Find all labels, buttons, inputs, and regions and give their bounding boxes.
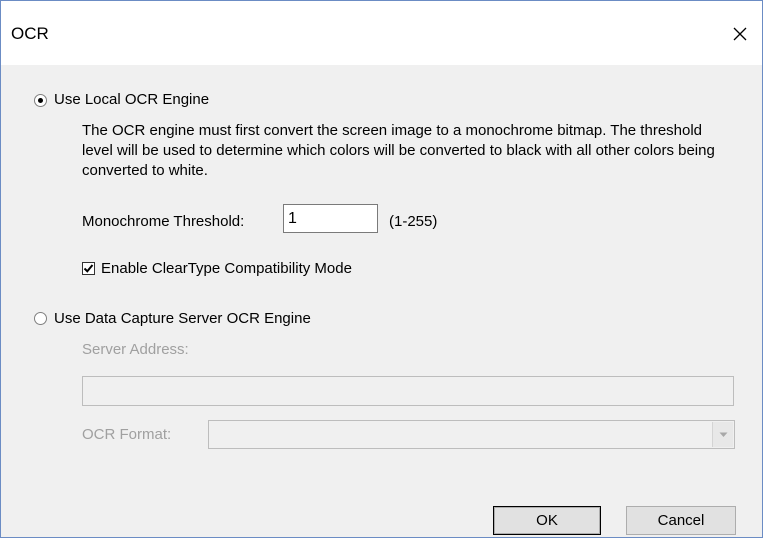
ok-button[interactable]: OK xyxy=(493,506,601,535)
local-engine-label[interactable]: Use Local OCR Engine xyxy=(54,91,209,108)
server-engine-radio[interactable] xyxy=(34,312,47,325)
threshold-label: Monochrome Threshold: xyxy=(82,213,245,230)
close-icon xyxy=(733,27,747,41)
threshold-input[interactable] xyxy=(283,204,378,233)
radio-selected-dot xyxy=(38,98,43,103)
check-icon xyxy=(83,264,94,273)
close-button[interactable] xyxy=(718,13,762,55)
cancel-button[interactable]: Cancel xyxy=(626,506,736,535)
chevron-down-icon xyxy=(719,432,727,437)
local-engine-description: The OCR engine must first convert the sc… xyxy=(82,122,715,179)
server-engine-label[interactable]: Use Data Capture Server OCR Engine xyxy=(54,310,311,327)
dropdown-button[interactable] xyxy=(712,422,733,447)
ocr-dialog: OCR Use Local OCR Engine The OCR engine … xyxy=(0,0,763,538)
cleartype-label[interactable]: Enable ClearType Compatibility Mode xyxy=(101,260,352,277)
local-engine-radio[interactable] xyxy=(34,94,47,107)
cleartype-checkbox[interactable] xyxy=(82,262,95,275)
server-address-label: Server Address: xyxy=(82,341,189,358)
dialog-title: OCR xyxy=(11,24,49,43)
server-address-input[interactable] xyxy=(82,376,734,406)
ocr-format-select[interactable] xyxy=(208,420,735,449)
title-bar: OCR xyxy=(1,1,762,65)
threshold-range: (1-255) xyxy=(389,213,438,230)
dialog-body: Use Local OCR Engine The OCR engine must… xyxy=(1,65,762,537)
ocr-format-label: OCR Format: xyxy=(82,426,172,443)
